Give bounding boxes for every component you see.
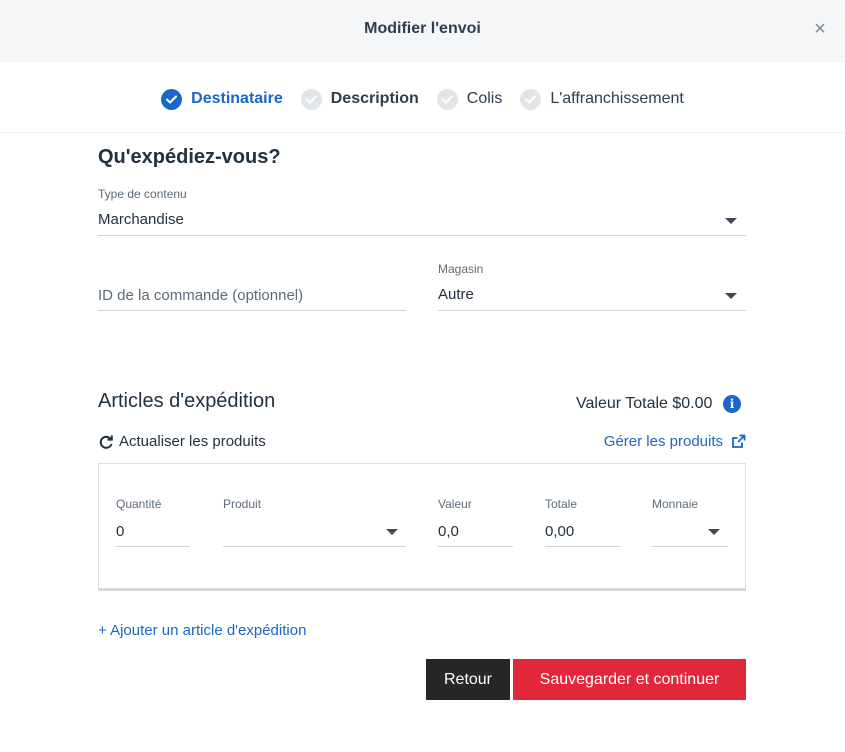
modal-header: Modifier l'envoi × xyxy=(0,0,845,62)
check-icon xyxy=(520,88,542,110)
modal-title: Modifier l'envoi xyxy=(364,20,481,37)
info-icon[interactable]: i xyxy=(723,395,741,413)
value-value: 0,0 xyxy=(438,523,459,540)
content-type-underline xyxy=(98,235,746,236)
step-label: L'affranchissement xyxy=(550,90,684,107)
step-destinataire[interactable]: Destinataire xyxy=(161,88,283,110)
save-continue-button[interactable]: Sauvegarder et continuer xyxy=(513,659,746,700)
content-type-label: Type de contenu xyxy=(98,187,187,201)
store-label: Magasin xyxy=(438,262,484,276)
refresh-icon xyxy=(99,435,113,449)
manage-products-link[interactable]: Gérer les produits xyxy=(604,433,723,450)
refresh-products-label: Actualiser les produits xyxy=(119,433,266,450)
refresh-products-button[interactable]: Actualiser les produits xyxy=(98,433,266,450)
step-label: Colis xyxy=(466,90,503,107)
product-label: Produit xyxy=(223,497,262,511)
step-colis[interactable]: Colis xyxy=(436,88,503,110)
caret-down-icon xyxy=(725,218,737,224)
step-affranchissement[interactable]: L'affranchissement xyxy=(520,88,684,110)
shipment-items-table xyxy=(98,463,746,591)
quantity-label: Quantité xyxy=(116,497,162,511)
close-icon[interactable]: × xyxy=(811,18,829,40)
product-underline xyxy=(223,546,406,547)
check-icon xyxy=(436,88,458,110)
total-underline xyxy=(545,546,620,547)
articles-title: Articles d'expédition xyxy=(98,390,276,412)
caret-down-icon xyxy=(386,529,398,535)
check-icon xyxy=(161,88,183,110)
store-underline xyxy=(438,310,746,311)
order-id-underline xyxy=(98,310,406,311)
check-icon xyxy=(300,88,322,110)
quantity-underline xyxy=(116,546,190,547)
currency-underline xyxy=(652,546,728,547)
caret-down-icon xyxy=(708,529,720,535)
add-shipment-item-link[interactable]: + Ajouter un article d'expédition xyxy=(98,622,306,639)
value-underline xyxy=(438,546,513,547)
step-label: Description xyxy=(330,90,419,107)
value-label: Valeur xyxy=(438,497,472,511)
total-field-value: 0,00 xyxy=(545,523,575,540)
content-type-value: Marchandise xyxy=(98,211,184,228)
stepper-divider xyxy=(0,132,845,133)
caret-down-icon xyxy=(725,293,737,299)
total-value: Valeur Totale $0.00 xyxy=(576,395,713,412)
step-label: Destinataire xyxy=(191,90,283,107)
external-link-icon[interactable] xyxy=(731,434,746,449)
quantity-value: 0 xyxy=(116,523,125,540)
currency-label: Monnaie xyxy=(652,497,699,511)
total-label: Totale xyxy=(545,497,578,511)
store-value: Autre xyxy=(438,286,474,303)
section-title: Qu'expédiez-vous? xyxy=(98,146,281,168)
stepper: Destinataire Description Colis L'affranc… xyxy=(0,86,845,112)
order-id-placeholder: ID de la commande (optionnel) xyxy=(98,287,304,304)
step-description[interactable]: Description xyxy=(300,88,419,110)
back-button[interactable]: Retour xyxy=(426,659,510,700)
